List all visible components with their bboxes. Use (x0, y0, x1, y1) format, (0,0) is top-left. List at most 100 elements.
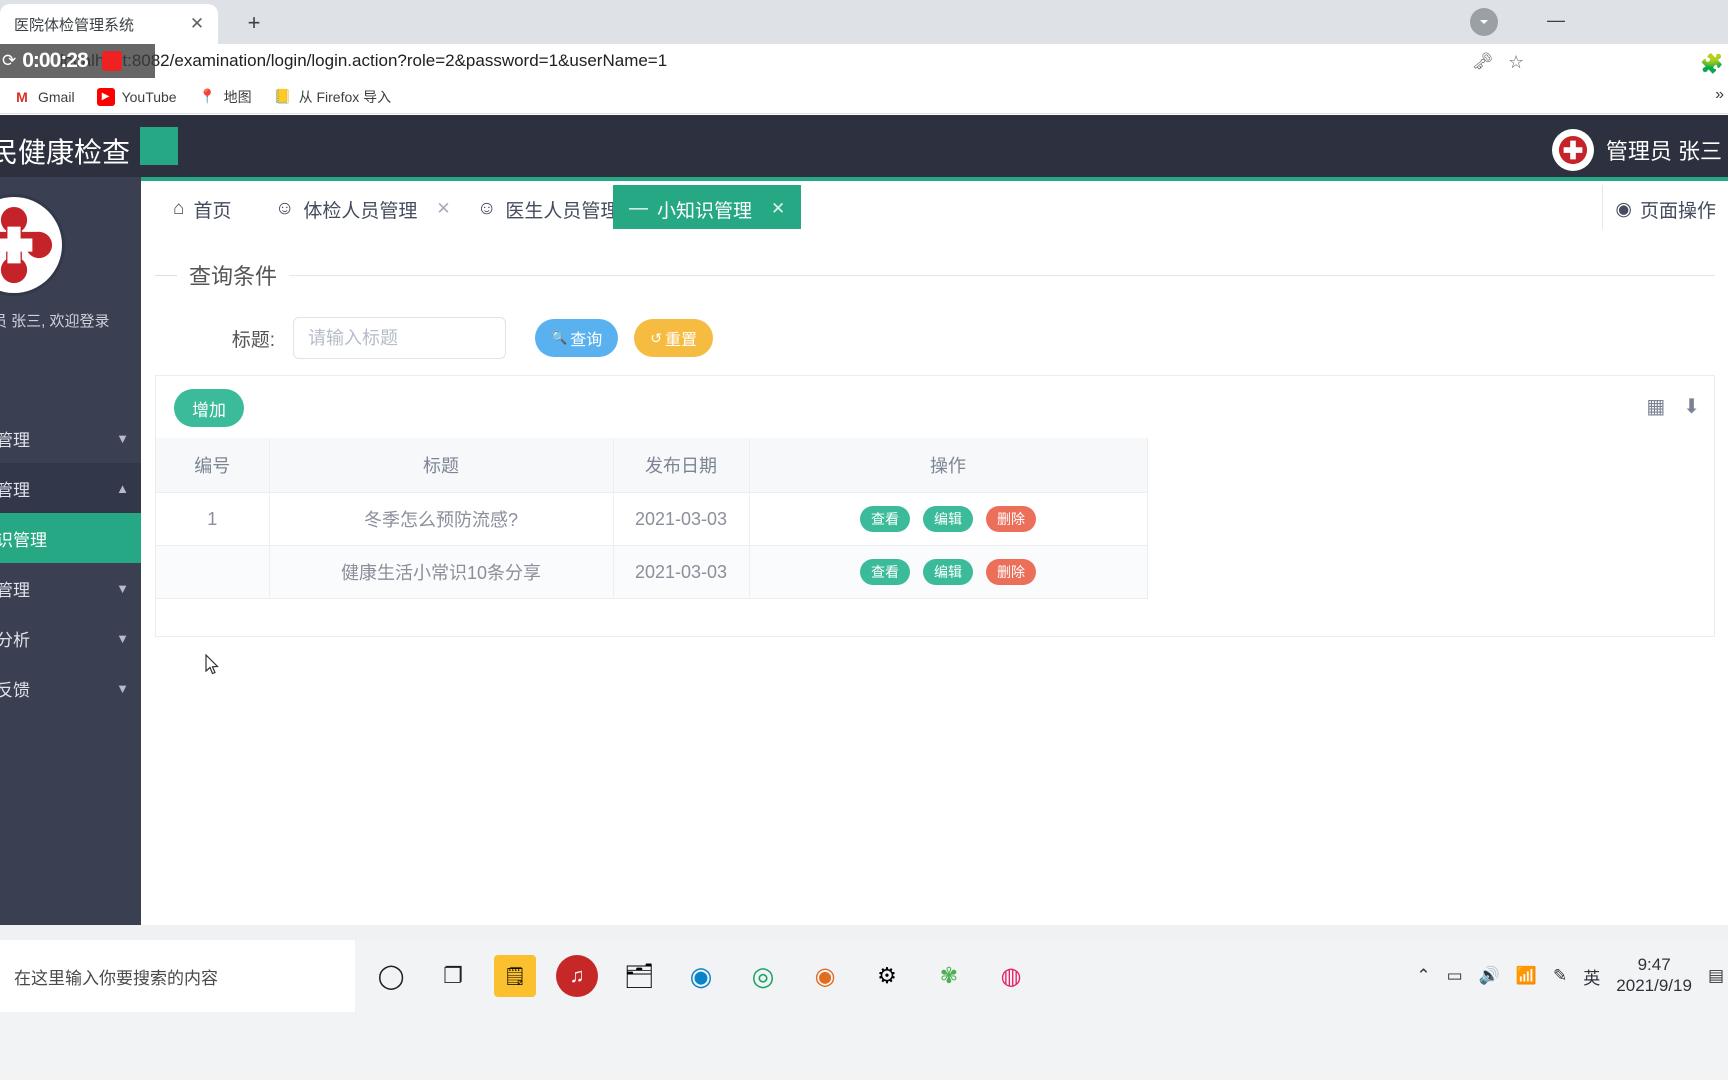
bookmarks-overflow-icon[interactable]: » (1715, 86, 1724, 104)
chevron-up-icon: ▲ (116, 480, 129, 496)
table-header-row: 编号 标题 发布日期 操作 (156, 438, 1148, 493)
view-button[interactable]: 查看 (859, 506, 910, 532)
browser-tab[interactable]: 医院体检管理系统 ✕ (0, 4, 218, 44)
browser-tab-strip: 医院体检管理系统 ✕ + — (0, 0, 1728, 44)
tab-knowledge-management[interactable]: — 小知识管理 ✕ (613, 185, 802, 233)
title-input[interactable] (293, 317, 506, 359)
table-row[interactable]: 1 冬季怎么预防流感? 2021-03-03 查看 编辑 删除 (156, 492, 1148, 546)
page-operations-menu[interactable]: ◉ 页面操作 (1602, 185, 1728, 233)
photos-icon[interactable]: ◍ (990, 955, 1032, 997)
edit-button[interactable]: 编辑 (923, 559, 973, 585)
column-header-id: 编号 (156, 438, 270, 493)
address-bar[interactable]: localhost:8082/examination/login/login.a… (60, 44, 1660, 78)
page-operations-label: 页面操作 (1639, 200, 1716, 222)
home-icon: ⌂ (173, 198, 185, 219)
taskbar-clock[interactable]: 9:47 2021/9/19 (1616, 955, 1692, 996)
new-tab-icon[interactable]: + (240, 10, 268, 38)
browser-tab-title: 医院体检管理系统 (14, 16, 135, 34)
password-key-icon[interactable]: 🗝 (1472, 52, 1494, 72)
export-icon[interactable]: ⬇ (1683, 394, 1700, 419)
bookmarks-bar: M Gmail ▶ YouTube 📍 地图 📒 从 Firefox 导入 » (0, 80, 1728, 114)
add-button[interactable]: 增加 (174, 389, 244, 427)
close-icon[interactable]: ✕ (771, 199, 785, 219)
sidebar-item-statistics[interactable]: 统计分析 ▼ (0, 613, 141, 663)
bookmark-star-icon[interactable]: ☆ (1508, 52, 1528, 72)
profile-avatar[interactable] (1470, 8, 1498, 36)
app-icon-8[interactable]: ⚙ (866, 955, 908, 997)
column-header-operation: 操作 (749, 438, 1148, 493)
tab-home[interactable]: ⌂ 首页 (157, 185, 248, 233)
cell-title: 冬季怎么预防流感? (269, 492, 614, 546)
app-icon-9[interactable]: ✾ (928, 955, 970, 997)
query-form: 标题: 🔍 查询 ↺ 重置 (155, 317, 713, 359)
avatar (0, 197, 62, 293)
file-explorer-icon[interactable]: 🗂 (618, 955, 660, 997)
tab-label: 医生人员管理 (505, 200, 620, 222)
header-username: 管理员 张三 (1605, 139, 1722, 164)
sidebar-item-user-management[interactable]: 用户管理 ▼ (0, 413, 141, 463)
sticky-notes-icon[interactable]: 🗒 (494, 955, 536, 997)
refresh-icon: ↺ (650, 329, 662, 346)
maps-icon: 📍 (198, 88, 217, 104)
reset-button[interactable]: ↺ 重置 (634, 319, 713, 357)
edit-button[interactable]: 编辑 (923, 506, 973, 532)
pen-icon[interactable]: ✎ (1553, 966, 1567, 986)
table-row[interactable]: 健康生活小常识10条分享 2021-03-03 查看 编辑 删除 (156, 545, 1148, 599)
ime-indicator[interactable]: 英 (1583, 964, 1600, 989)
columns-icon[interactable]: ▦ (1646, 394, 1665, 419)
notifications-icon[interactable]: ▤ (1708, 966, 1724, 986)
minus-icon: — (629, 198, 648, 219)
query-button[interactable]: 🔍 查询 (535, 319, 619, 357)
sidebar-item-knowledge-management[interactable]: 小知识管理 (0, 513, 141, 563)
sidebar-item-label: 意见反馈 (0, 680, 30, 700)
clock-time: 9:47 (1637, 955, 1671, 975)
extensions-icon[interactable]: 🧩 (1700, 52, 1724, 75)
firefox-icon[interactable]: ◉ (804, 955, 846, 997)
folder-icon: 📒 (273, 88, 292, 104)
close-icon[interactable]: ✕ (188, 15, 206, 33)
cell-actions: 查看 编辑 删除 (749, 492, 1148, 546)
header-accent-block (140, 127, 178, 165)
sidebar-item-home[interactable]: 首页 (0, 363, 141, 413)
window-minimize-button[interactable]: — (1534, 10, 1578, 34)
cortana-icon[interactable]: ◯ (370, 955, 412, 997)
gmail-icon: M (16, 88, 28, 105)
bookmark-gmail[interactable]: M Gmail (4, 84, 84, 110)
view-button[interactable]: 查看 (859, 559, 910, 585)
cell-id: 1 (156, 492, 270, 546)
netease-music-icon[interactable]: ♫ (556, 955, 598, 997)
app-brand-title: 居民健康检查 (0, 137, 131, 168)
query-button-label: 查询 (570, 332, 603, 349)
delete-button[interactable]: 删除 (986, 559, 1037, 585)
tab-label: 首页 (193, 200, 232, 222)
battery-icon[interactable]: ▭ (1447, 966, 1463, 986)
screen-recorder-overlay[interactable]: ⟳ 0:00:28 (0, 44, 155, 78)
sidebar-item-feedback[interactable]: 意见反馈 ▼ (0, 663, 141, 713)
sidebar: 管理员 张三, 欢迎登录 首页 用户管理 ▼ 信息管理 ▲ 小知识管理 体检管理… (0, 177, 141, 925)
sidebar-item-exam-management[interactable]: 体检管理 ▼ (0, 563, 141, 613)
edge-icon[interactable]: ◉ (680, 955, 722, 997)
search-icon: 🔍 (551, 330, 568, 345)
network-icon[interactable]: 📶 (1516, 966, 1537, 986)
record-stop-button[interactable] (101, 51, 122, 71)
volume-icon[interactable]: 🔊 (1479, 966, 1500, 986)
bookmark-maps[interactable]: 📍 地图 (190, 83, 261, 111)
panel-tool-icons: ▦ ⬇ (1646, 394, 1700, 419)
chrome-icon[interactable]: ◎ (742, 955, 784, 997)
chevron-down-icon: ▼ (116, 630, 129, 646)
query-legend: 查询条件 (189, 264, 278, 289)
recording-timer: 0:00:28 (22, 49, 88, 72)
bookmark-firefox-import[interactable]: 📒 从 Firefox 导入 (265, 83, 401, 111)
bookmark-youtube[interactable]: ▶ YouTube (88, 84, 186, 110)
tray-expand-icon[interactable]: ⌃ (1416, 966, 1430, 986)
close-icon[interactable]: ✕ (436, 199, 450, 219)
task-view-icon[interactable]: ❐ (432, 955, 474, 997)
screen: 医院体检管理系统 ✕ + — localhost:8082/examinatio… (0, 0, 1728, 1080)
sidebar-item-info-management[interactable]: 信息管理 ▲ (0, 463, 141, 513)
delete-button[interactable]: 删除 (986, 506, 1037, 532)
taskbar-search-box[interactable]: 在这里输入你要搜索的内容 (0, 940, 355, 1012)
reload-icon[interactable]: ⟳ (2, 51, 16, 71)
tab-exam-staff-management[interactable]: ☺ 体检人员管理 ✕ (259, 185, 467, 233)
header-user-area[interactable]: 管理员 张三 (1551, 129, 1722, 171)
tab-label: 小知识管理 (657, 200, 753, 222)
